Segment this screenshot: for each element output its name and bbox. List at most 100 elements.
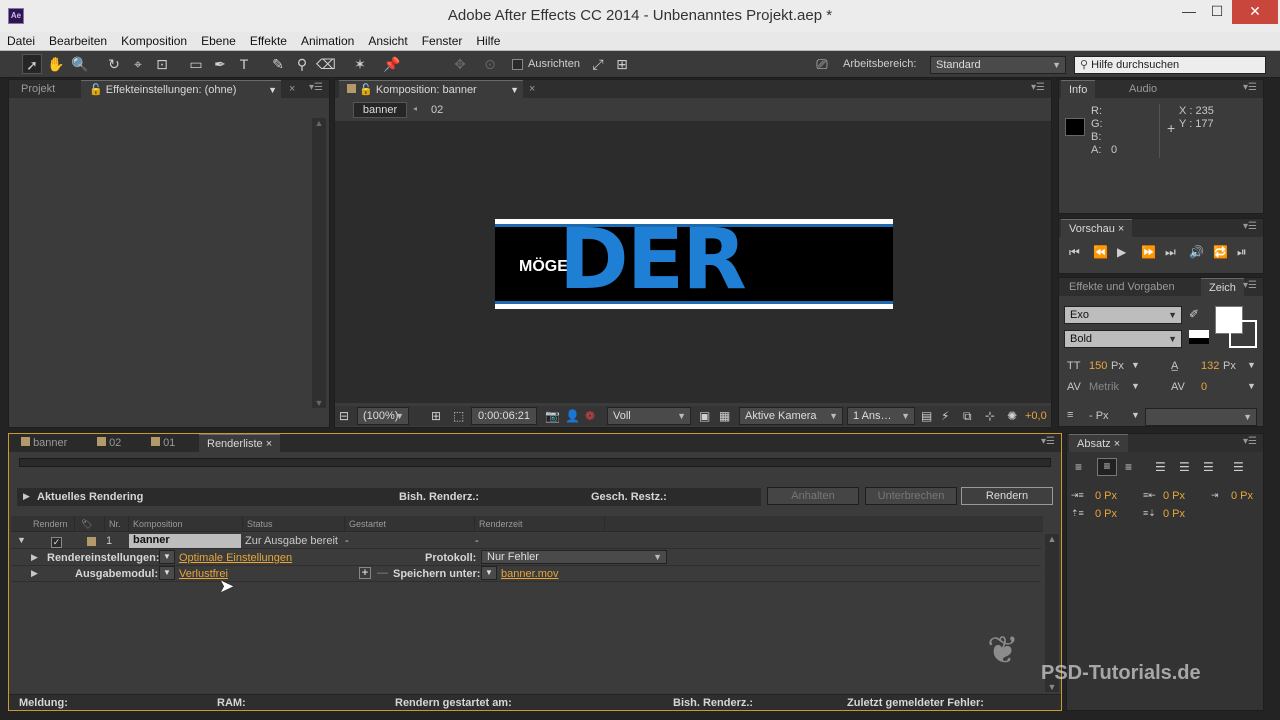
panel-menu-icon[interactable]: ▾☰ — [1243, 82, 1257, 93]
pen-tool-icon[interactable]: ✒ — [210, 54, 230, 74]
puppet-pin-tool-icon[interactable]: 📌 — [382, 54, 402, 74]
first-frame-icon[interactable]: ⏮ — [1069, 245, 1080, 260]
tab-paragraph[interactable]: Absatz × — [1069, 434, 1129, 452]
output-to-dropdown-icon[interactable]: ▼ — [481, 566, 497, 580]
tab-render-queue[interactable]: Renderliste × — [199, 434, 281, 452]
next-frame-icon[interactable]: ⏩ — [1141, 245, 1156, 259]
project-scrollbar[interactable]: ▲ ▼ — [312, 118, 326, 408]
justify-center-icon[interactable]: ☰ — [1179, 460, 1190, 474]
render-button[interactable]: Rendern — [961, 487, 1053, 505]
tab-info[interactable]: Info — [1061, 80, 1096, 98]
menu-datei[interactable]: Datei — [0, 32, 42, 48]
play-icon[interactable]: ▶ — [1117, 245, 1126, 259]
leading-dropdown-icon[interactable]: ▼ — [1247, 360, 1256, 370]
first-line-value[interactable]: 0 Px — [1231, 490, 1253, 502]
tab-timeline-02[interactable]: 02 — [89, 434, 129, 452]
panel-menu-icon[interactable]: ▾☰ — [1243, 280, 1257, 291]
hand-tool-icon[interactable]: ✋ — [46, 54, 66, 74]
tab-close-icon[interactable]: × — [521, 80, 543, 98]
help-search-input[interactable]: ⚲ Hilfe durchsuchen — [1074, 56, 1266, 74]
render-settings-value[interactable]: Optimale Einstellungen — [179, 552, 292, 564]
eraser-tool-icon[interactable]: ⌫ — [316, 54, 336, 74]
col-started[interactable]: Gestartet — [345, 516, 475, 532]
fit-icon[interactable]: ⊞ — [431, 409, 441, 423]
lock-icon[interactable]: 🔓 — [359, 84, 373, 96]
banner-preview[interactable]: MÖGE DER — [495, 219, 893, 309]
roto-brush-tool-icon[interactable]: ✶ — [350, 54, 370, 74]
menu-komposition[interactable]: Komposition — [114, 32, 194, 48]
space-after-value[interactable]: 0 Px — [1163, 508, 1185, 520]
safe-zone-icon[interactable]: ⬚ — [453, 409, 464, 423]
menu-fenster[interactable]: Fenster — [415, 32, 470, 48]
world-axis-icon[interactable]: ⊙ — [480, 54, 500, 74]
col-render-time[interactable]: Renderzeit — [475, 516, 605, 532]
tracking-value[interactable]: 0 — [1201, 381, 1207, 393]
text-tool-icon[interactable]: T — [234, 54, 254, 74]
audio-icon[interactable]: 🔊 — [1189, 245, 1204, 259]
camera-tool-icon[interactable]: ⌖ — [128, 54, 148, 74]
output-to-value[interactable]: banner.mov — [501, 568, 558, 580]
resolution-select[interactable]: Voll ▼ — [607, 407, 691, 425]
tab-effect-controls[interactable]: 🔓 Effekteinstellungen: (ohne) ▼ — [81, 80, 281, 98]
rotate-tool-icon[interactable]: ↻ — [104, 54, 124, 74]
tab-projekt[interactable]: Projekt — [13, 80, 63, 98]
indent-left-value[interactable]: 0 Px — [1095, 490, 1117, 502]
menu-bearbeiten[interactable]: Bearbeiten — [42, 32, 114, 48]
label-color-swatch[interactable] — [87, 537, 96, 546]
font-family-select[interactable]: Exo ▼ — [1064, 306, 1182, 324]
col-number[interactable]: Nr. — [105, 516, 129, 532]
indent-right-value[interactable]: 0 Px — [1163, 490, 1185, 502]
space-before-value[interactable]: 0 Px — [1095, 508, 1117, 520]
clone-stamp-tool-icon[interactable]: ⚲ — [292, 54, 312, 74]
pause-button[interactable]: Unterbrechen — [865, 487, 957, 505]
snapshot-icon[interactable]: 📷 — [545, 409, 560, 423]
fast-preview-icon[interactable]: ⚡ — [941, 409, 949, 423]
stroke-width-value[interactable]: - Px — [1089, 410, 1109, 422]
tab-effects-presets[interactable]: Effekte und Vorgaben — [1061, 278, 1183, 296]
rectangle-tool-icon[interactable]: ▭ — [186, 54, 206, 74]
stop-button[interactable]: Anhalten — [767, 487, 859, 505]
output-module-expand-icon[interactable]: ▶ — [31, 568, 38, 579]
kerning-dropdown-icon[interactable]: ▼ — [1131, 381, 1140, 391]
snap-grid-icon[interactable]: ⊞ — [612, 54, 632, 74]
menu-ansicht[interactable]: Ansicht — [361, 32, 414, 48]
kerning-value[interactable]: Metrik — [1089, 381, 1119, 393]
menu-hilfe[interactable]: Hilfe — [469, 32, 507, 48]
exposure-value[interactable]: +0,0 — [1025, 410, 1047, 422]
menu-effekte[interactable]: Effekte — [243, 32, 294, 48]
timeline-icon[interactable]: ⧉ — [963, 409, 972, 424]
zoom-select[interactable]: (100%) ▼ — [357, 407, 409, 425]
align-right-icon[interactable]: ≡ — [1125, 460, 1132, 474]
toggle-pixel-icon[interactable]: ▤ — [921, 409, 932, 423]
log-select[interactable]: Nur Fehler ▼ — [481, 550, 667, 564]
tab-character[interactable]: Zeich — [1201, 278, 1244, 296]
stroke-type-select[interactable]: ▼ — [1145, 408, 1257, 426]
tab-close-icon[interactable]: × — [281, 80, 303, 98]
font-size-dropdown-icon[interactable]: ▼ — [1131, 360, 1140, 370]
align-checkbox[interactable] — [512, 58, 523, 70]
menu-animation[interactable]: Animation — [294, 32, 361, 48]
comp-viewer[interactable]: MÖGE DER — [335, 121, 1051, 403]
region-icon[interactable]: ▣ — [699, 409, 710, 423]
expand-arrow-icon[interactable]: ▶ — [23, 491, 30, 502]
render-settings-expand-icon[interactable]: ▶ — [31, 552, 38, 563]
close-button[interactable]: ✕ — [1232, 0, 1278, 24]
col-composition[interactable]: Komposition — [129, 516, 243, 532]
output-module-dropdown-icon[interactable]: ▼ — [159, 566, 175, 580]
zoom-tool-icon[interactable]: 🔍 — [70, 54, 90, 74]
flowchart-icon[interactable]: ⊹ — [985, 409, 995, 423]
tab-audio[interactable]: Audio — [1121, 80, 1165, 98]
tab-timeline-banner[interactable]: banner — [13, 434, 75, 452]
font-style-select[interactable]: Bold ▼ — [1064, 330, 1182, 348]
timecode-display[interactable]: 0:00:06:21 — [471, 407, 537, 425]
justify-left-icon[interactable]: ☰ — [1155, 460, 1166, 474]
last-frame-icon[interactable]: ⏭ — [1165, 245, 1176, 260]
axis-mode-icon[interactable]: ✥ — [450, 54, 470, 74]
always-preview-icon[interactable]: ⊟ — [339, 409, 349, 423]
pan-behind-tool-icon[interactable]: ⊡ — [152, 54, 172, 74]
justify-right-icon[interactable]: ☰ — [1203, 460, 1214, 474]
item-composition[interactable]: banner — [129, 534, 241, 548]
reset-exposure-icon[interactable]: ✺ — [1007, 409, 1017, 423]
queue-item-row[interactable]: ▼ ✓ 1 banner Zur Ausgabe bereit - - — [11, 534, 1041, 549]
panel-menu-icon[interactable]: ▾☰ — [309, 82, 323, 93]
